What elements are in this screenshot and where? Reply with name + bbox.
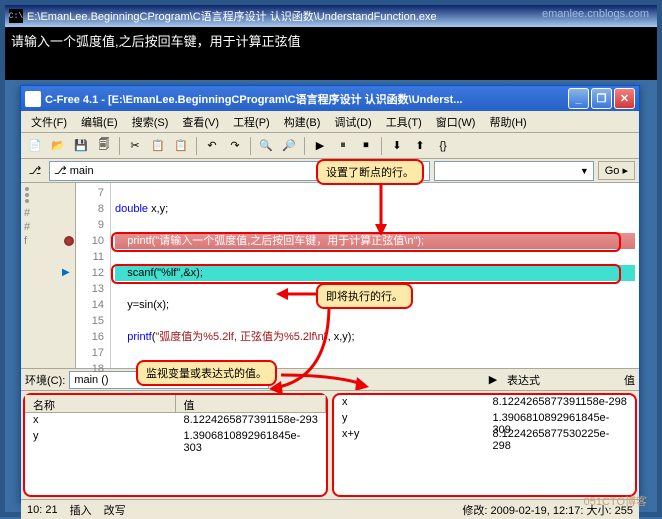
watch-row[interactable]: x+y8.1224265877530225e-298	[334, 427, 635, 443]
go-button[interactable]: Go ▸	[598, 161, 635, 180]
menu-item[interactable]: 调试(D)	[328, 112, 377, 132]
watch-row[interactable]: y1.3906810892961845e-309	[334, 411, 635, 427]
status-pos: 10: 21	[27, 504, 58, 516]
arrow-watch-right	[281, 365, 371, 390]
menu-item[interactable]: 窗口(W)	[430, 112, 482, 132]
value-tab-label: 值	[624, 372, 635, 388]
toolbar-button[interactable]: ⬇	[387, 136, 407, 156]
menu-item[interactable]: 工具(T)	[380, 112, 428, 132]
watch-panel[interactable]: x8.1224265877391158e-298y1.3906810892961…	[332, 393, 637, 497]
toolbar-button[interactable]: 🔍	[256, 136, 276, 156]
annotation-breakpoint: 设置了断点的行。	[316, 159, 424, 185]
statusbar: 10: 21 插入 改写 修改: 2009-02-19, 12:17: 大小: …	[21, 499, 639, 519]
ide-titlebar[interactable]: C-Free 4.1 - [E:\EmanLee.BeginningCProgr…	[21, 86, 639, 111]
locals-header: 名称 值	[25, 395, 326, 413]
menu-item[interactable]: 工程(P)	[227, 112, 276, 132]
ide-title-text: C-Free 4.1 - [E:\EmanLee.BeginningCProgr…	[45, 91, 568, 107]
status-overwrite: 改写	[104, 502, 126, 518]
ide-window: C-Free 4.1 - [E:\EmanLee.BeginningCProgr…	[20, 85, 640, 503]
toolbar-button[interactable]: 📂	[48, 136, 68, 156]
toolbar-button[interactable]: ↷	[225, 136, 245, 156]
locals-panel[interactable]: 名称 值 x8.1224265877391158e-293y1.39068108…	[23, 393, 328, 497]
maximize-button[interactable]: ❐	[591, 88, 612, 109]
env-label: 环境(C):	[25, 372, 65, 388]
toolbar-button[interactable]: ⏸	[333, 136, 353, 156]
locals-row[interactable]: y1.3906810892961845e-303	[25, 429, 326, 445]
minimize-button[interactable]: _	[568, 88, 589, 109]
toolbar-button[interactable]: 🗐	[94, 136, 114, 156]
app-icon	[25, 91, 41, 107]
menu-item[interactable]: 查看(V)	[176, 112, 225, 132]
toolbar-button[interactable]: 💾	[71, 136, 91, 156]
annotation-current-line: 即将执行的行。	[316, 283, 413, 309]
console-title-text: E:\EmanLee.BeginningCProgram\C语言程序设计 认识函…	[27, 8, 437, 24]
toolbar-button[interactable]: {}	[433, 136, 453, 156]
console-output: 请输入一个弧度值,之后按回车键，用于计算正弦值	[5, 27, 657, 54]
scope-symbol-icon[interactable]: ⎇	[25, 161, 45, 181]
toolbar-button[interactable]: 📋	[171, 136, 191, 156]
toolbar-button[interactable]: 📄	[25, 136, 45, 156]
status-insert: 插入	[70, 502, 92, 518]
close-button[interactable]: ✕	[614, 88, 635, 109]
watch-row[interactable]: x8.1224265877391158e-298	[334, 395, 635, 411]
toolbar-button[interactable]: 📋	[148, 136, 168, 156]
scope-member-dropdown[interactable]: ▼	[434, 161, 594, 181]
toolbar-button[interactable]: ↶	[202, 136, 222, 156]
toolbar-button[interactable]: ⏹	[356, 136, 376, 156]
toolbar-button[interactable]: ✂	[125, 136, 145, 156]
annotation-watch: 监视变量或表达式的值。	[136, 360, 277, 386]
watermark-top: emanlee.cnblogs.com	[542, 8, 649, 20]
locals-row[interactable]: x8.1224265877391158e-293	[25, 413, 326, 429]
toolbar-button[interactable]: 🔎	[279, 136, 299, 156]
toolbar-button[interactable]: ▶	[310, 136, 330, 156]
menubar: 文件(F)编辑(E)搜索(S)查看(V)工程(P)构建(B)调试(D)工具(T)…	[21, 111, 639, 133]
menu-item[interactable]: 帮助(H)	[483, 112, 532, 132]
cmd-icon: C:\	[9, 9, 23, 23]
menu-item[interactable]: 文件(F)	[25, 112, 73, 132]
toolbar: 📄📂💾🗐✂📋📋↶↷🔍🔎▶⏸⏹⬇⬆{}	[21, 133, 639, 159]
arrow-breakpoint	[371, 178, 391, 238]
menu-item[interactable]: 构建(B)	[278, 112, 327, 132]
watermark-bottom: 051CTO博客	[584, 493, 647, 509]
toolbar-button[interactable]: ⬆	[410, 136, 430, 156]
watch-nav-icon[interactable]: ▶	[483, 370, 503, 390]
line-number-gutter[interactable]: 789101112131415161718	[76, 183, 111, 368]
menu-item[interactable]: 编辑(E)	[75, 112, 124, 132]
expr-tab-label[interactable]: 表达式	[507, 372, 540, 388]
menu-item[interactable]: 搜索(S)	[126, 112, 175, 132]
